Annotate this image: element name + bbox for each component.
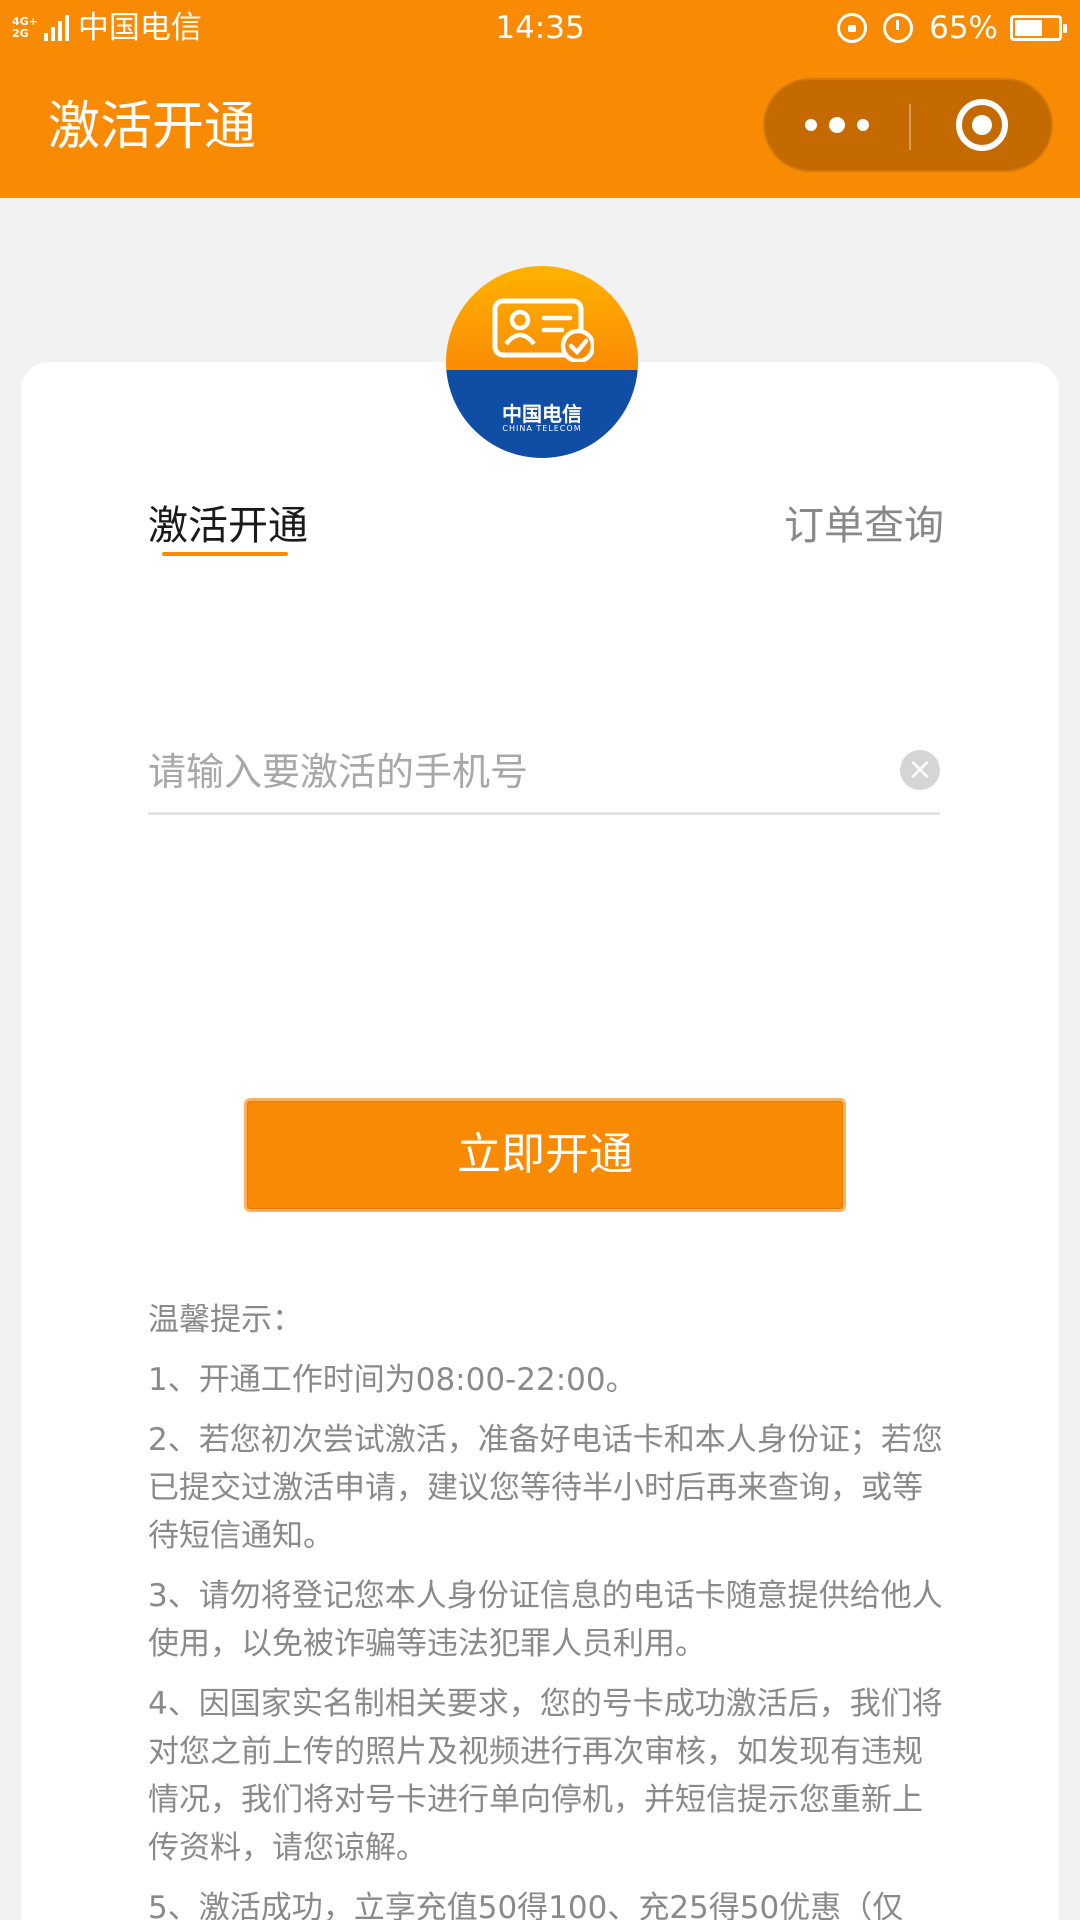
logo-brand-cn: 中国电信 bbox=[502, 402, 582, 426]
page: 4G+ 2G 中国电信 14:35 65% 激活开通 中国电信 CHINA TE… bbox=[0, 0, 1080, 1920]
tip-item: 3、请勿将登记您本人身份证信息的电话卡随意提供给他人使用，以免被诈骗等违法犯罪人… bbox=[148, 1578, 943, 1662]
status-bar: 4G+ 2G 中国电信 14:35 65% bbox=[0, 0, 1080, 56]
tab-activate[interactable]: 激活开通 bbox=[148, 500, 308, 552]
mini-program-capsule bbox=[763, 78, 1053, 172]
phone-number-input[interactable] bbox=[148, 744, 838, 800]
tab-order-query[interactable]: 订单查询 bbox=[784, 500, 944, 552]
tips-title: 温馨提示： bbox=[148, 1302, 303, 1338]
tip-item: 1、开通工作时间为08:00-22:00。 bbox=[148, 1362, 637, 1398]
alarm-icon bbox=[883, 13, 914, 43]
tip-item: 5、激活成功，立享充值50得100、充25得50优惠（仅 bbox=[148, 1890, 904, 1920]
page-title: 激活开通 bbox=[48, 97, 257, 157]
china-telecom-logo: 中国电信 CHINA TELECOM bbox=[446, 266, 638, 458]
more-button[interactable] bbox=[765, 80, 909, 170]
input-underline bbox=[148, 812, 940, 815]
active-tab-indicator bbox=[162, 552, 288, 556]
rotation-lock-icon bbox=[837, 13, 868, 43]
tip-item: 4、因国家实名制相关要求，您的号卡成功激活后，我们将对您之前上传的照片及视频进行… bbox=[148, 1686, 943, 1866]
tips-section: 温馨提示： 1、开通工作时间为08:00-22:00。 2、若您初次尝试激活，准… bbox=[148, 1296, 948, 1920]
id-card-check-icon bbox=[492, 298, 594, 362]
close-button[interactable] bbox=[911, 80, 1053, 170]
status-right: 65% bbox=[837, 8, 1067, 48]
tip-item: 2、若您初次尝试激活，准备好电话卡和本人身份证；若您已提交过激活申请，建议您等待… bbox=[148, 1422, 943, 1554]
close-target-icon bbox=[956, 99, 1008, 151]
battery-percent: 65% bbox=[929, 10, 998, 46]
activate-now-button[interactable]: 立即开通 bbox=[244, 1098, 846, 1212]
battery-icon bbox=[1010, 15, 1067, 41]
clear-input-icon[interactable]: × bbox=[900, 750, 940, 790]
more-dots-icon bbox=[805, 119, 817, 131]
battery-level bbox=[1015, 20, 1042, 36]
nav-bar: 激活开通 bbox=[0, 56, 1080, 198]
logo-brand-en: CHINA TELECOM bbox=[502, 424, 582, 433]
